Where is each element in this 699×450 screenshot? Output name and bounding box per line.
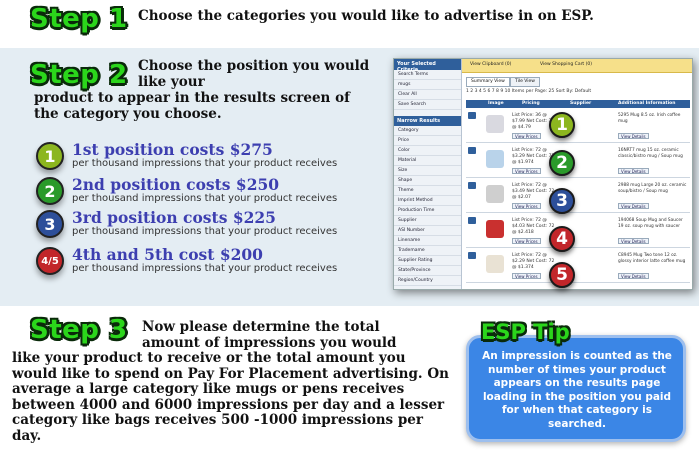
esp-tip-title: ESP Tip (481, 320, 570, 344)
view-prices-button[interactable]: View Prices (512, 238, 541, 244)
side-item[interactable]: Clear All (394, 90, 461, 100)
filter-item[interactable]: Size (394, 166, 461, 176)
row-checkbox[interactable] (468, 182, 476, 189)
side-item: Search Terms (394, 70, 461, 80)
table-row[interactable]: List Price: 72 @ $3.29 Net Cost: 72 @ $1… (466, 144, 690, 178)
view-prices-button[interactable]: View Prices (512, 273, 541, 279)
position-3-badge: 3 (36, 210, 64, 238)
side-item[interactable]: Save Search (394, 100, 461, 110)
position-2-price: 2 2nd position costs $250 per thousand i… (36, 175, 366, 211)
filter-item[interactable]: Price (394, 136, 461, 146)
pagination-toolbar[interactable]: 1 2 3 4 5 6 7 8 9 10 Items per Page: 25 … (466, 89, 690, 98)
side-item[interactable]: mugs (394, 80, 461, 90)
view-cart-button[interactable]: View Shopping Cart (0) (540, 62, 592, 70)
filter-item[interactable]: Shape (394, 176, 461, 186)
step1-instructions: Choose the categories you would like to … (138, 8, 594, 24)
tab-tile-view[interactable]: Tile View (510, 77, 540, 87)
step1-badge: Step 1 (30, 4, 128, 34)
view-details-button[interactable]: View Details (618, 203, 649, 209)
filter-item[interactable]: Trademame (394, 246, 461, 256)
filter-item[interactable]: Theme (394, 186, 461, 196)
position-45-title: 4th and 5th cost $200 (72, 245, 263, 264)
position-45-badge: 4/5 (36, 247, 64, 275)
tab-summary-view[interactable]: Summary View (466, 77, 510, 87)
view-prices-button[interactable]: View Prices (512, 203, 541, 209)
overlay-position-1: 1 (549, 112, 575, 138)
view-clipboard-button[interactable]: View Clipboard (0) (470, 62, 511, 70)
view-prices-button[interactable]: View Prices (512, 133, 541, 139)
step3-instructions-part2: like your product to receive or the tota… (12, 350, 449, 444)
filter-item[interactable]: Supplier Rating (394, 256, 461, 266)
row-checkbox[interactable] (468, 217, 476, 224)
position-3-title: 3rd position costs $225 (72, 208, 276, 227)
position-3-subtitle: per thousand impressions that your produ… (72, 226, 338, 237)
step3-badge: Step 3 (30, 315, 128, 345)
row-checkbox[interactable] (468, 252, 476, 259)
filter-item[interactable]: Material (394, 156, 461, 166)
filter-item[interactable]: Region/Country (394, 276, 461, 286)
overlay-position-4: 4 (549, 226, 575, 252)
row-description: 5295 Mug 8.5 oz. Irish coffee mug (618, 113, 681, 124)
position-1-title: 1st position costs $275 (72, 140, 273, 159)
position-2-title: 2nd position costs $250 (72, 175, 280, 194)
position-45-subtitle: per thousand impressions that your produ… (72, 263, 338, 274)
results-column-header: Image Pricing Supplier Additional Inform… (466, 100, 690, 108)
position-1-badge: 1 (36, 142, 64, 170)
view-details-button[interactable]: View Details (618, 273, 649, 279)
filter-item[interactable]: Production Time (394, 206, 461, 216)
product-image[interactable] (486, 185, 504, 203)
step2-badge: Step 2 (30, 60, 128, 90)
view-prices-button[interactable]: View Prices (512, 168, 541, 174)
table-row[interactable]: List Price: 72 @ $2.29 Net Cost: 72 @ $1… (466, 249, 690, 283)
view-details-button[interactable]: View Details (618, 168, 649, 174)
overlay-position-5: 5 (549, 262, 575, 288)
position-45-price: 4/5 4th and 5th cost $200 per thousand i… (36, 245, 366, 281)
col-pricing: Pricing (522, 101, 540, 106)
overlay-position-2: 2 (549, 150, 575, 176)
row-description: 194068 Soup Mug and Saucer 19 oz. soup m… (618, 218, 683, 229)
position-3-price: 3 3rd position costs $225 per thousand i… (36, 208, 366, 244)
view-tabs: Summary View Tile View (466, 77, 690, 87)
step2-instructions-part1: Choose the position you would like your (138, 58, 370, 90)
table-row[interactable]: List Price: 72 @ $4.03 Net Cost: 72 @ $2… (466, 214, 690, 248)
row-checkbox[interactable] (468, 147, 476, 154)
view-details-button[interactable]: View Details (618, 238, 649, 244)
col-supplier: Supplier (570, 101, 592, 106)
product-image[interactable] (486, 150, 504, 168)
position-1-price: 1 1st position costs $275 per thousand i… (36, 140, 366, 176)
position-2-badge: 2 (36, 177, 64, 205)
row-description: C8945 Mug Two tone 12 oz. glossy interio… (618, 253, 686, 264)
table-row[interactable]: List Price: 36 @ $7.99 Net Cost: 36 @ $4… (466, 109, 690, 143)
filter-item[interactable]: Color (394, 146, 461, 156)
filter-item[interactable]: Supplier (394, 216, 461, 226)
col-additional-info: Additional Information (618, 101, 676, 106)
row-checkbox[interactable] (468, 112, 476, 119)
filter-item[interactable]: State/Province (394, 266, 461, 276)
product-image[interactable] (486, 115, 504, 133)
narrow-results-header: Narrow Results (394, 116, 461, 126)
table-row[interactable]: List Price: 72 @ $3.49 Net Cost: 72 @ $2… (466, 179, 690, 213)
filter-item[interactable]: Linename (394, 236, 461, 246)
filter-item[interactable]: Imprint Method (394, 196, 461, 206)
view-details-button[interactable]: View Details (618, 133, 649, 139)
position-2-subtitle: per thousand impressions that your produ… (72, 193, 338, 204)
criteria-header: Your Selected Criteria (394, 59, 461, 73)
row-description: 16NRT7 mug 15 oz. ceramic classic/bistro… (618, 148, 683, 159)
filter-item[interactable]: Category (394, 126, 461, 136)
search-results-screenshot: Your Selected Criteria Search Terms mugs… (393, 58, 693, 290)
step3-instructions-part1: Now please determine the total amount of… (142, 319, 397, 351)
position-1-subtitle: per thousand impressions that your produ… (72, 158, 338, 169)
step2-instructions-part2: product to appear in the results screen … (34, 90, 350, 122)
criteria-sidebar: Your Selected Criteria Search Terms mugs… (394, 59, 462, 289)
row-description: 2988 mug Large 20 oz. ceramic soup/bistr… (618, 183, 687, 194)
overlay-position-3: 3 (549, 188, 575, 214)
product-image[interactable] (486, 220, 504, 238)
thumbnail-topbar: View Clipboard (0) View Shopping Cart (0… (462, 59, 692, 73)
product-image[interactable] (486, 255, 504, 273)
filter-item[interactable]: ASI Number (394, 226, 461, 236)
esp-tip-text: An impression is counted as the number o… (482, 350, 672, 430)
col-image: Image (488, 101, 504, 106)
